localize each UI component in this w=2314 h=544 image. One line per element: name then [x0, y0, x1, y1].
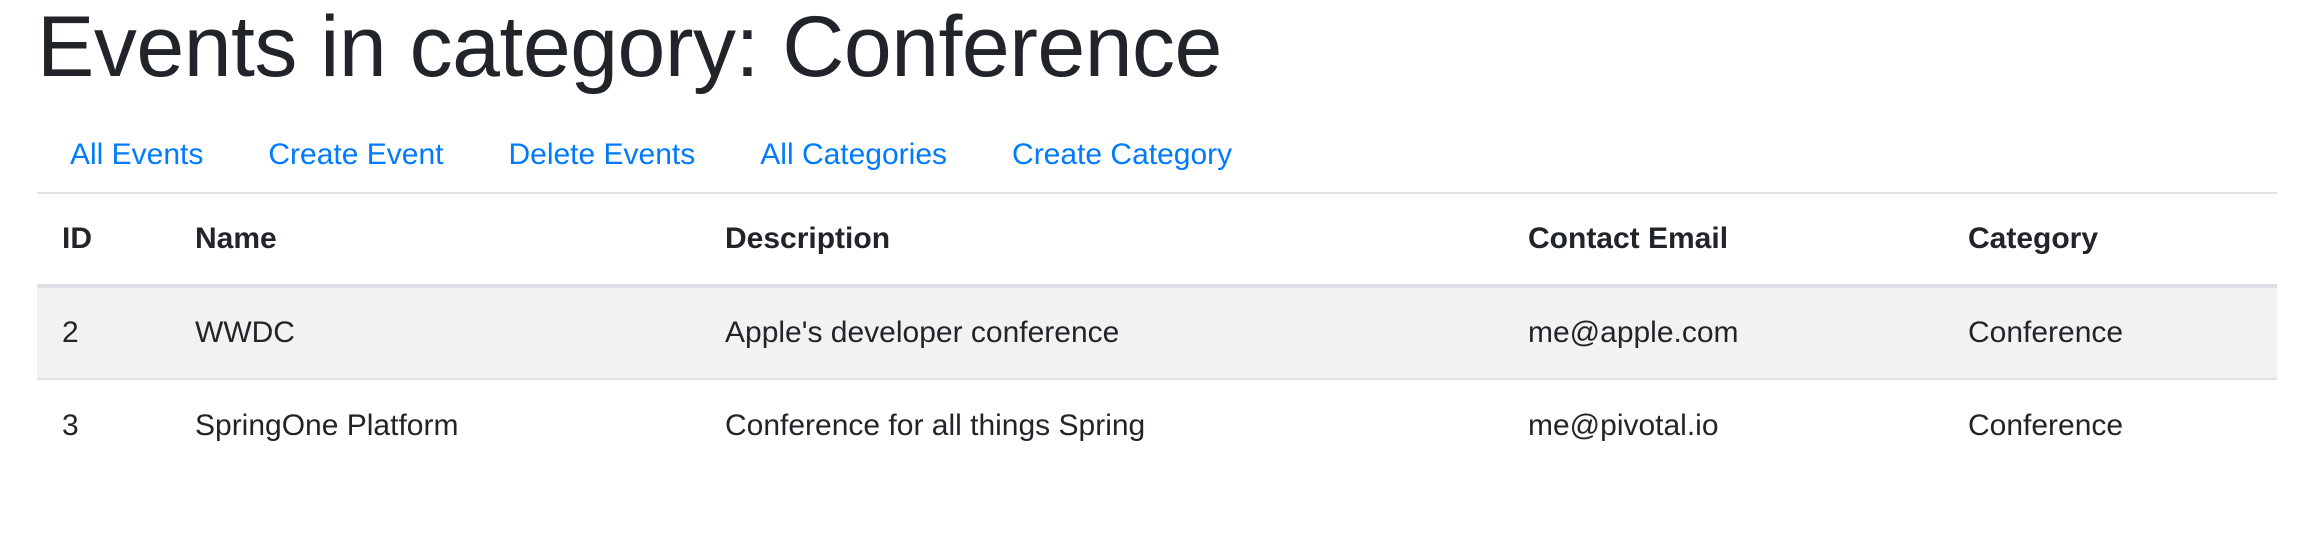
nav-link-create-category[interactable]: Create Category: [1012, 126, 1232, 184]
table-row: 3 SpringOne Platform Conference for all …: [37, 379, 2277, 472]
cell-contact-email: me@pivotal.io: [1528, 409, 1719, 442]
column-header-category: Category: [1943, 192, 2277, 288]
cell-name: SpringOne Platform: [195, 409, 459, 442]
cell-name: WWDC: [170, 286, 700, 380]
column-header-contact-email: Contact Email: [1503, 192, 1943, 288]
column-header-name: Name: [170, 192, 700, 288]
nav-link-delete-events[interactable]: Delete Events: [508, 126, 695, 184]
events-table: ID Name Description Contact Email Catego…: [37, 192, 2277, 472]
table-row: 2 WWDC Apple's developer conference me@a…: [37, 286, 2277, 380]
main-nav: All Events Create Event Delete Events Al…: [37, 126, 2277, 184]
nav-link-create-event[interactable]: Create Event: [268, 126, 443, 184]
column-header-id: ID: [37, 192, 170, 288]
nav-link-all-categories[interactable]: All Categories: [760, 126, 947, 184]
page-container: Events in category: Conference All Event…: [0, 0, 2314, 544]
cell-description: Conference for all things Spring: [725, 409, 1146, 442]
cell-contact-email: me@apple.com: [1503, 286, 1943, 380]
nav-link-all-events[interactable]: All Events: [70, 126, 203, 184]
table-header: ID Name Description Contact Email Catego…: [37, 192, 2277, 288]
cell-category: Conference: [1968, 409, 2124, 442]
cell-id: 2: [37, 286, 170, 380]
cell-description: Apple's developer conference: [700, 286, 1503, 380]
table-body: 2 WWDC Apple's developer conference me@a…: [37, 286, 2277, 472]
cell-category: Conference: [1943, 286, 2277, 380]
table-header-row: ID Name Description Contact Email Catego…: [37, 192, 2277, 288]
page-title: Events in category: Conference: [37, 0, 1222, 95]
column-header-description: Description: [700, 192, 1503, 288]
cell-id: 3: [62, 409, 79, 442]
